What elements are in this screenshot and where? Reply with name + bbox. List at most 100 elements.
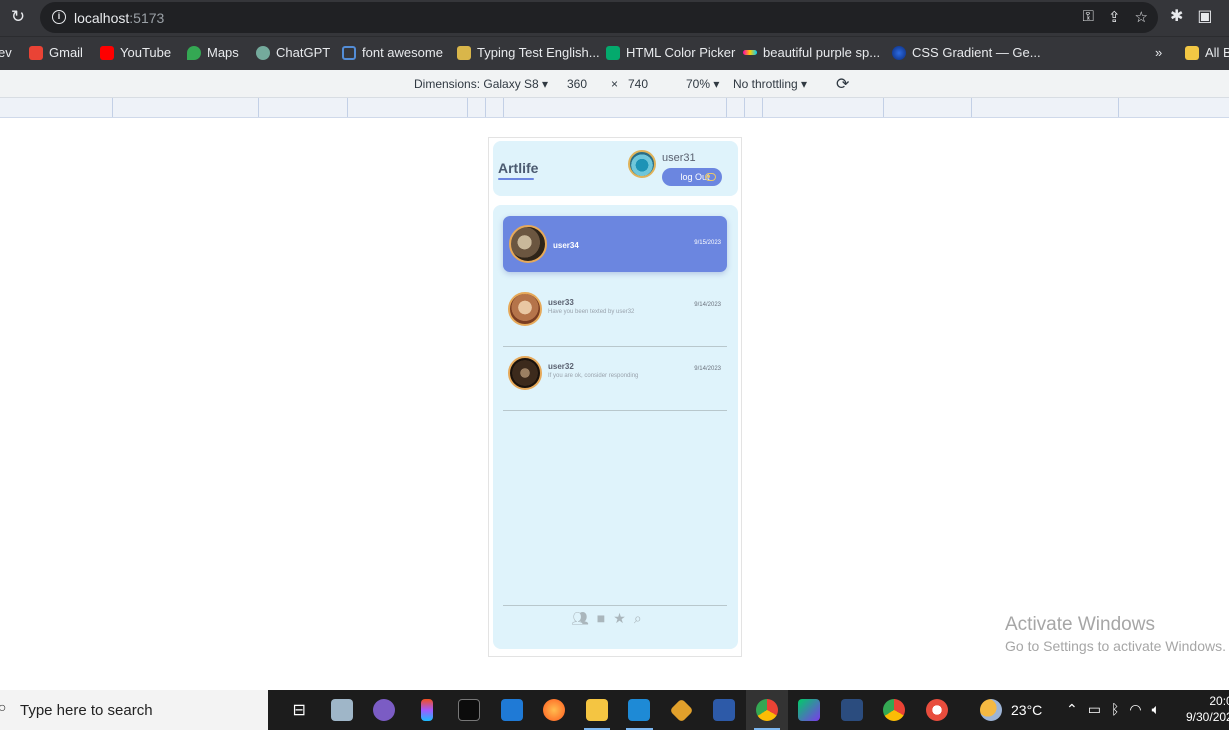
device-frame: Artlife user31 log Out user34 9/15/2023 … <box>488 137 742 657</box>
chat-item-user32[interactable]: user32 If you are ok, consider respondin… <box>503 347 727 411</box>
device-height-input[interactable]: 740 <box>628 77 648 91</box>
chat-item-user34[interactable]: user34 9/15/2023 <box>503 216 727 272</box>
bookmark-all[interactable]: All B <box>1185 45 1229 60</box>
star-icon[interactable]: ★ <box>613 610 626 627</box>
key-icon[interactable]: ⚿ <box>1083 8 1094 26</box>
chatgpt-icon <box>256 45 270 60</box>
dimension-separator: × <box>611 77 619 91</box>
comment-icon[interactable]: ■ <box>597 610 605 627</box>
device-dimensions-select[interactable]: Dimensions: Galaxy S8 ▾ <box>414 77 548 91</box>
wifi-icon[interactable]: ◠ <box>1129 701 1141 718</box>
battery-icon[interactable]: ▭ <box>1088 701 1101 718</box>
chat-date: 9/14/2023 <box>694 302 721 308</box>
throttling-select[interactable]: No throttling ▾ <box>733 77 807 91</box>
chat-date: 9/14/2023 <box>694 366 721 372</box>
divider <box>503 410 727 411</box>
chevron-up-icon[interactable]: ⌃ <box>1066 701 1078 718</box>
maps-icon <box>187 45 201 60</box>
bottom-nav: 👥︎ ■ ★ ⌕ <box>571 610 642 627</box>
device-width-input[interactable]: 360 <box>567 77 587 91</box>
weather-icon[interactable] <box>980 699 1002 721</box>
photos-icon[interactable] <box>321 690 364 730</box>
logout-button[interactable]: log Out <box>662 168 722 186</box>
avatar[interactable] <box>628 150 656 178</box>
taskbar-search-input[interactable]: ○ Type here to search <box>0 690 268 730</box>
chat-username: user34 <box>553 241 579 250</box>
side-panel-icon[interactable]: ▣ <box>1197 6 1212 26</box>
chat-last-message: If you are ok, consider responding <box>548 373 639 379</box>
divider <box>503 605 727 606</box>
chrome-icon[interactable] <box>745 690 788 730</box>
w3schools-icon <box>606 45 620 60</box>
url-text: localhost:5173 <box>74 10 165 26</box>
gmail-icon <box>29 45 43 60</box>
chat-list: user34 9/15/2023 user33 Have you been te… <box>493 205 738 649</box>
clock[interactable]: 20:08 9/30/2023 <box>1186 693 1229 725</box>
figma-icon[interactable] <box>406 690 449 730</box>
folder-icon <box>1185 45 1199 60</box>
chrome-profile-icon[interactable] <box>873 690 916 730</box>
brand-underline <box>498 178 534 180</box>
search-icon: ○ <box>0 699 7 715</box>
flag-icon <box>342 45 356 60</box>
browser-toolbar: ↻ i localhost:5173 ⚿ ⇪ ☆ ✱ ▣ <box>0 0 1229 36</box>
task-view-icon[interactable]: ⊟ <box>278 690 321 730</box>
bookmark-star-icon[interactable]: ☆ <box>1135 8 1148 26</box>
chat-item-user33[interactable]: user33 Have you been texted by user32 9/… <box>503 283 727 347</box>
brand-title: Artlife <box>498 160 539 176</box>
toggle-icon <box>705 173 716 181</box>
typing-test-icon <box>457 45 471 60</box>
reload-icon[interactable]: ↻ <box>8 7 28 27</box>
css-gradient-icon <box>892 45 906 60</box>
extensions-icon[interactable]: ✱ <box>1170 6 1183 26</box>
chat-username: user33 <box>548 298 574 307</box>
page-viewport: Artlife user31 log Out user34 9/15/2023 … <box>0 118 1229 690</box>
bookmark-ev[interactable]: ev <box>0 45 12 60</box>
device-toolbar: Dimensions: Galaxy S8 ▾ 360 × 740 70% ▾ … <box>0 70 1229 98</box>
more-bookmarks-button[interactable]: » <box>1155 45 1162 60</box>
bookmark-gmail[interactable]: Gmail <box>29 45 83 60</box>
activate-windows-watermark: Activate Windows Go to Settings to activ… <box>1005 614 1226 654</box>
bookmark-html-color-picker[interactable]: HTML Color Picker <box>606 45 735 60</box>
vscode-icon[interactable] <box>618 690 661 730</box>
address-bar[interactable]: i localhost:5173 ⚿ ⇪ ☆ <box>40 2 1158 33</box>
temperature[interactable]: 23°C <box>1011 702 1042 718</box>
bookmark-purple[interactable]: beautiful purple sp... <box>743 45 880 60</box>
avatar <box>508 292 542 326</box>
bluetooth-icon[interactable]: ᛒ <box>1111 701 1119 718</box>
bookmark-youtube[interactable]: YouTube <box>100 45 171 60</box>
media-query-ruler <box>0 98 1229 118</box>
bookmark-css-gradient[interactable]: CSS Gradient — Ge... <box>892 45 1041 60</box>
powershell-icon[interactable] <box>703 690 746 730</box>
bookmarks-bar: ev Gmail YouTube Maps ChatGPT font aweso… <box>0 36 1229 70</box>
rotate-icon[interactable]: ⟳ <box>836 74 849 94</box>
bookmark-typing-test[interactable]: Typing Test English... <box>457 45 600 60</box>
bookmark-chatgpt[interactable]: ChatGPT <box>256 45 330 60</box>
volume-icon[interactable]: 🔈︎ <box>1152 701 1160 718</box>
site-info-icon[interactable]: i <box>52 10 66 24</box>
chat-username: user32 <box>548 362 574 371</box>
bookmark-font-awesome[interactable]: font awesome <box>342 45 443 60</box>
chrome-canary-icon[interactable] <box>916 690 959 730</box>
bookmark-maps[interactable]: Maps <box>187 45 239 60</box>
avatar <box>508 356 542 390</box>
taskbar: ○ Type here to search ⊟ 23°C ⌃ ▭ ᛒ ◠ 🔈︎ … <box>0 690 1229 730</box>
current-username: user31 <box>662 152 696 164</box>
git-icon[interactable] <box>661 690 704 730</box>
goland-icon[interactable] <box>788 690 831 730</box>
file-explorer-icon[interactable] <box>576 690 619 730</box>
chat-date: 9/15/2023 <box>694 240 721 246</box>
search-icon[interactable]: ⌕ <box>634 610 642 627</box>
users-icon[interactable]: 👥︎ <box>571 610 589 627</box>
firefox-icon[interactable] <box>533 690 576 730</box>
mail-icon[interactable] <box>491 690 534 730</box>
emacs-icon[interactable] <box>363 690 406 730</box>
terminal-icon[interactable] <box>448 690 491 730</box>
avatar <box>509 225 547 263</box>
zoom-select[interactable]: 70% ▾ <box>686 77 719 91</box>
share-icon[interactable]: ⇪ <box>1108 8 1121 26</box>
youtube-icon <box>100 45 114 60</box>
gradient-bar-icon <box>743 50 757 55</box>
chat-last-message: Have you been texted by user32 <box>548 309 635 315</box>
mysql-workbench-icon[interactable] <box>831 690 874 730</box>
